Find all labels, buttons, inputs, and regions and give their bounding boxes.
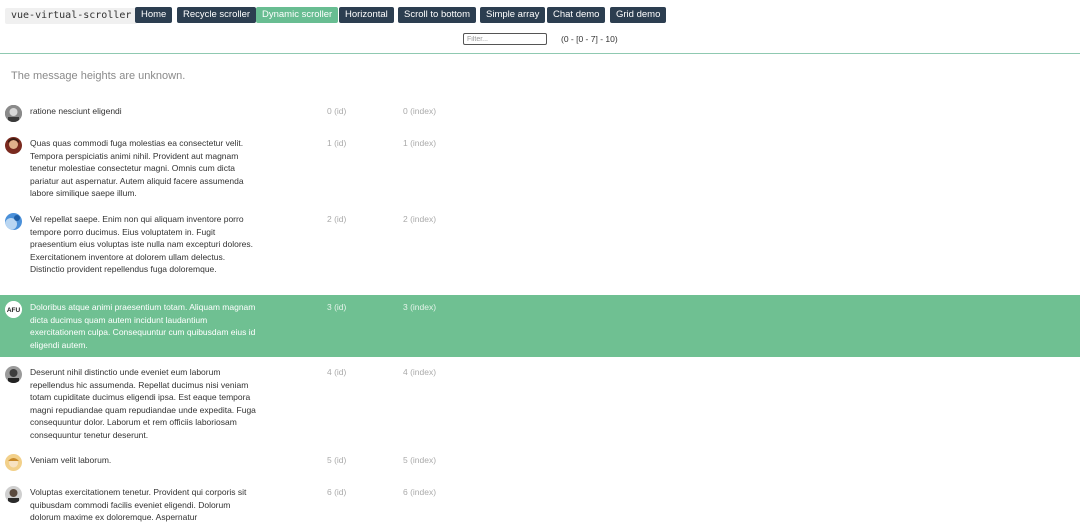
- message-text: Vel repellat saepe. Enim non qui aliquam…: [30, 214, 254, 275]
- row-id: 4 (id): [327, 367, 347, 377]
- row-index: 6 (index): [403, 487, 437, 497]
- message-row[interactable]: Quas quas commodi fuga molestias ea cons…: [0, 135, 1080, 207]
- avatar-photo-icon: [5, 486, 22, 503]
- row-index: 0 (index): [403, 106, 437, 116]
- row-index: 3 (index): [403, 302, 437, 312]
- message-text: Voluptas exercitationem tenetur. Provide…: [30, 487, 247, 523]
- nav-button-scroll-to-bottom[interactable]: Scroll to bottom: [398, 7, 476, 23]
- message-row[interactable]: Deserunt nihil distinctio unde eveniet e…: [0, 362, 1080, 444]
- avatar-photo-icon: AFU: [5, 301, 22, 318]
- avatar-photo-icon: [5, 366, 22, 383]
- nav-button-home[interactable]: Home: [135, 7, 173, 23]
- message-row[interactable]: Vel repellat saepe. Enim non qui aliquam…: [0, 211, 1080, 291]
- message-row[interactable]: ratione nesciunt eligendi 0 (id) 0 (inde…: [0, 103, 1080, 133]
- row-id: 5 (id): [327, 455, 347, 465]
- top-navigation-bar: vue-virtual-scroller Home Recycle scroll…: [0, 0, 1080, 54]
- message-row-selected[interactable]: AFU Doloribus atque animi praesentium to…: [0, 295, 1080, 357]
- message-row[interactable]: Veniam velit laborum. 5 (id) 5 (index): [0, 451, 1080, 479]
- nav-button-dynamic-scroller[interactable]: Dynamic scroller: [256, 7, 339, 23]
- page-description: The message heights are unknown.: [11, 70, 186, 82]
- svg-text:AFU: AFU: [7, 307, 21, 314]
- row-id: 2 (id): [327, 214, 347, 224]
- message-text: Quas quas commodi fuga molestias ea cons…: [30, 138, 244, 199]
- nav-button-simple-array[interactable]: Simple array: [480, 7, 546, 23]
- nav-button-chat-demo[interactable]: Chat demo: [547, 7, 606, 23]
- row-id: 6 (id): [327, 487, 347, 497]
- nav-button-horizontal[interactable]: Horizontal: [339, 7, 394, 23]
- message-row[interactable]: Voluptas exercitationem tenetur. Provide…: [0, 484, 1080, 526]
- avatar-photo-icon: [5, 105, 22, 122]
- message-text: ratione nesciunt eligendi: [30, 106, 122, 116]
- avatar-photo-icon: [5, 137, 22, 154]
- message-text: Doloribus atque animi praesentium totam.…: [30, 302, 256, 350]
- row-index: 2 (index): [403, 214, 437, 224]
- nav-button-recycle-scroller[interactable]: Recycle scroller: [177, 7, 257, 23]
- row-index: 4 (index): [403, 367, 437, 377]
- message-text: Deserunt nihil distinctio unde eveniet e…: [30, 367, 256, 440]
- filter-input[interactable]: [463, 33, 547, 45]
- row-id: 0 (id): [327, 106, 347, 116]
- row-index: 1 (index): [403, 138, 437, 148]
- message-text: Veniam velit laborum.: [30, 455, 112, 465]
- avatar-photo-icon: [5, 213, 22, 230]
- visible-range-indicator: (0 - [0 - 7] - 10): [561, 34, 618, 44]
- app-title: vue-virtual-scroller: [5, 8, 138, 24]
- nav-button-grid-demo[interactable]: Grid demo: [610, 7, 667, 23]
- row-id: 3 (id): [327, 302, 347, 312]
- avatar-photo-icon: [5, 454, 22, 471]
- row-index: 5 (index): [403, 455, 437, 465]
- row-id: 1 (id): [327, 138, 347, 148]
